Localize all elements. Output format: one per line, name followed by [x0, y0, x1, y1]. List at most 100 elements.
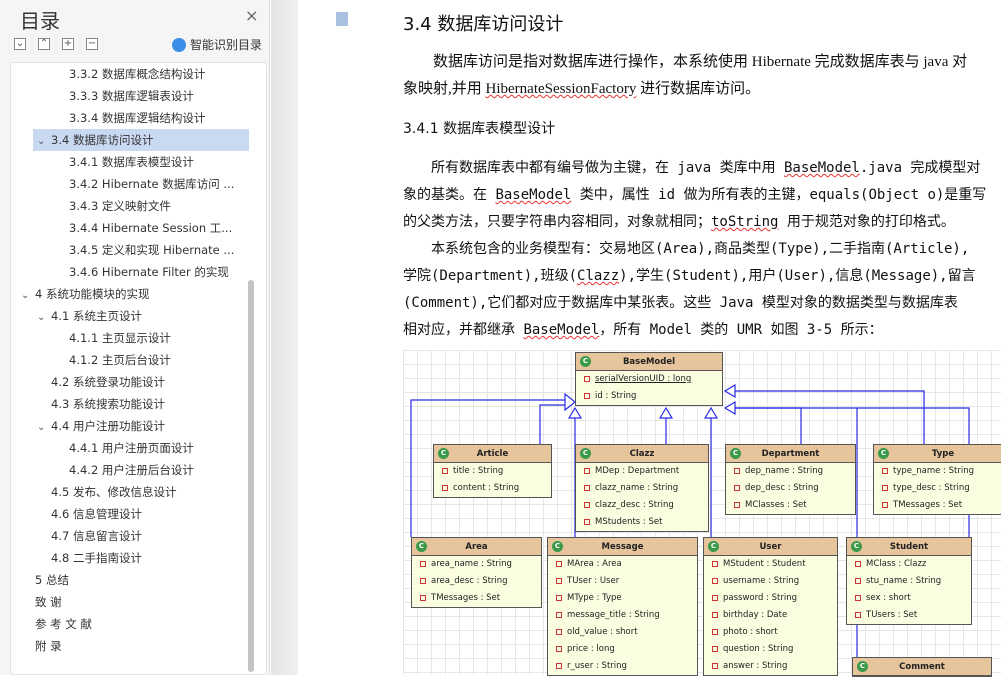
- uml-attribute: type_desc : String: [874, 480, 1001, 497]
- toc-scrollbar[interactable]: [248, 280, 254, 672]
- uml-class-type: C Type type_name : String type_desc : Strin…: [873, 444, 1001, 515]
- uml-class-basemodel: C BaseModel serialVersionUID : long id : St…: [575, 352, 723, 406]
- uml-class-header: C Type: [874, 445, 1001, 463]
- para3-line2: 学院(Department),班级(Clazz),学生(Student),用户(…: [403, 268, 976, 284]
- toc-item[interactable]: 4.8 二手指南设计: [51, 547, 142, 569]
- chevron-down-icon[interactable]: ⌄: [21, 285, 35, 307]
- toc-item[interactable]: 4.7 信息留言设计: [51, 525, 142, 547]
- document-icon[interactable]: [336, 12, 348, 26]
- collapse-all-button[interactable]: −: [86, 38, 98, 50]
- uml-class-student: C Student MClass : Clazz stu_name : String s…: [846, 537, 972, 625]
- toc-item[interactable]: ⌄ 4.1 系统主页设计: [37, 305, 142, 327]
- panel-divider[interactable]: [271, 0, 298, 675]
- chevron-down-icon[interactable]: ⌄: [37, 417, 51, 439]
- toc-item-label: 3.3.4 数据库逻辑结构设计: [69, 111, 206, 125]
- uml-attribute: MStudent : Student: [704, 556, 837, 573]
- uml-attribute: TMessages : Set: [874, 497, 1001, 514]
- uml-attribute: area_name : String: [412, 556, 541, 573]
- expand-all-button[interactable]: +: [62, 38, 74, 50]
- toc-item[interactable]: 3.3.2 数据库概念结构设计: [69, 63, 205, 85]
- class-icon: C: [878, 448, 889, 459]
- uml-attribute: MArea : Area: [548, 556, 697, 573]
- toc-item-label: 4 系统功能模块的实现: [35, 287, 150, 301]
- collapse-up-button[interactable]: ⌃: [38, 38, 50, 50]
- close-icon[interactable]: ×: [245, 6, 258, 25]
- toc-item[interactable]: 3.4.6 Hibernate Filter 的实现: [69, 261, 229, 283]
- toc-item[interactable]: ⌄ 3.4 数据库访问设计: [33, 129, 249, 151]
- uml-attribute: stu_name : String: [847, 573, 971, 590]
- class-icon: C: [438, 448, 449, 459]
- toc-item[interactable]: 4.5 发布、修改信息设计: [51, 481, 176, 503]
- toc-item[interactable]: 4.4.1 用户注册页面设计: [69, 437, 194, 459]
- uml-class-clazz: C Clazz MDep : Department clazz_name : Stri…: [575, 444, 709, 532]
- uml-class-header: C Student: [847, 538, 971, 556]
- toc-item[interactable]: 3.4.1 数据库表模型设计: [69, 151, 194, 173]
- uml-attribute: message_title : String: [548, 607, 697, 624]
- toc-item-label: 3.4.5 定义和实现 Hibernate ...: [69, 243, 235, 257]
- toc-item[interactable]: 4.6 信息管理设计: [51, 503, 142, 525]
- uml-class-header: C Clazz: [576, 445, 708, 463]
- toc-item[interactable]: 4.1.2 主页后台设计: [69, 349, 171, 371]
- toc-item-label: 3.4.1 数据库表模型设计: [69, 155, 194, 169]
- uml-class-message: C Message MArea : Area TUser : User MType : …: [547, 537, 698, 676]
- class-icon: C: [580, 356, 591, 367]
- toc-item-label: 3.3.3 数据库逻辑表设计: [69, 89, 194, 103]
- para1-line2: 象映射,并用 HibernateSessionFactory 进行数据库访问。: [403, 81, 761, 97]
- uml-class-header: C Department: [726, 445, 855, 463]
- uml-attribute: area_desc : String: [412, 573, 541, 590]
- uml-attribute: MClass : Clazz: [847, 556, 971, 573]
- smart-recognize-toc-button[interactable]: 智能识别目录: [172, 36, 262, 53]
- toc-item-label: 致 谢: [35, 595, 62, 609]
- subsection-heading: 3.4.1 数据库表模型设计: [403, 121, 556, 137]
- uml-attribute: MClasses : Set: [726, 497, 855, 514]
- toc-item-label: 3.4.4 Hibernate Session 工...: [69, 221, 233, 235]
- toc-item[interactable]: 附 录: [35, 635, 62, 657]
- toc-item[interactable]: 3.3.3 数据库逻辑表设计: [69, 85, 194, 107]
- uml-attribute: clazz_desc : String: [576, 497, 708, 514]
- uml-attribute: TUser : User: [548, 573, 697, 590]
- toc-item[interactable]: 4.1.1 主页显示设计: [69, 327, 171, 349]
- toc-item[interactable]: 3.4.3 定义映射文件: [69, 195, 171, 217]
- toc-item[interactable]: 4.2 系统登录功能设计: [51, 371, 165, 393]
- toc-item-label: 4.1.1 主页显示设计: [69, 331, 171, 345]
- toc-item-label: 4.3 系统搜索功能设计: [51, 397, 165, 411]
- uml-attribute: sex : short: [847, 590, 971, 607]
- toc-item[interactable]: 4.4.2 用户注册后台设计: [69, 459, 194, 481]
- toc-panel: 目录 × ⌄ ⌃ + − 智能识别目录 3.3.2 数据库概念结构设计 3.3.3…: [0, 0, 270, 675]
- uml-attribute: dep_desc : String: [726, 480, 855, 497]
- toc-list: 3.3.2 数据库概念结构设计 3.3.3 数据库逻辑表设计 3.3.4 数据库逻辑…: [10, 62, 267, 675]
- para3-line4: 相对应，并都继承 BaseModel，所有 Model 类的 UMR 如图 3-…: [403, 322, 883, 338]
- para3-line1: 本系统包含的业务模型有：交易地区(Area),商品类型(Type),二手指南(A…: [431, 241, 970, 257]
- section-heading: 3.4 数据库访问设计: [403, 14, 564, 35]
- toc-item[interactable]: 3.4.5 定义和实现 Hibernate ...: [69, 239, 234, 261]
- para1-line1: 数据库访问是指对数据库进行操作，本系统使用 Hibernate 完成数据库表与 …: [433, 54, 968, 70]
- chevron-down-icon[interactable]: ⌄: [37, 131, 51, 153]
- expand-down-button[interactable]: ⌄: [14, 38, 26, 50]
- uml-class-header: C User: [704, 538, 837, 556]
- toc-item-label: 4.2 系统登录功能设计: [51, 375, 165, 389]
- class-icon: C: [708, 541, 719, 552]
- uml-attribute: MStudents : Set: [576, 514, 708, 531]
- toc-item[interactable]: ⌄ 4.4 用户注册功能设计: [37, 415, 165, 437]
- para3-line3: (Comment),它们都对应于数据库中某张表。这些 Java 模型对象的数据类…: [403, 295, 958, 311]
- toc-item-label: 4.4 用户注册功能设计: [51, 419, 165, 433]
- toc-item[interactable]: 3.3.4 数据库逻辑结构设计: [69, 107, 205, 129]
- toc-item[interactable]: 致 谢: [35, 591, 62, 613]
- uml-attribute: username : String: [704, 573, 837, 590]
- toc-item[interactable]: ⌄ 4 系统功能模块的实现: [21, 283, 149, 305]
- toc-item[interactable]: 3.4.4 Hibernate Session 工...: [69, 217, 232, 239]
- toc-item-label: 3.4 数据库访问设计: [51, 133, 154, 147]
- class-icon: C: [580, 448, 591, 459]
- toc-item-label: 4.8 二手指南设计: [51, 551, 142, 565]
- toc-item-label: 4.7 信息留言设计: [51, 529, 142, 543]
- toc-item[interactable]: 5 总结: [35, 569, 69, 591]
- uml-attribute: content : String: [434, 480, 551, 497]
- toc-item-label: 3.4.3 定义映射文件: [69, 199, 171, 213]
- uml-class-comment: C Comment: [852, 657, 992, 677]
- toc-item-label: 5 总结: [35, 573, 69, 587]
- toc-item-label: 3.4.6 Hibernate Filter 的实现: [69, 265, 229, 279]
- toc-item[interactable]: 4.3 系统搜索功能设计: [51, 393, 165, 415]
- chevron-down-icon[interactable]: ⌄: [37, 307, 51, 329]
- toc-item[interactable]: 参 考 文 献: [35, 613, 92, 635]
- toc-item[interactable]: 3.4.2 Hibernate 数据库访问 ...: [69, 173, 234, 195]
